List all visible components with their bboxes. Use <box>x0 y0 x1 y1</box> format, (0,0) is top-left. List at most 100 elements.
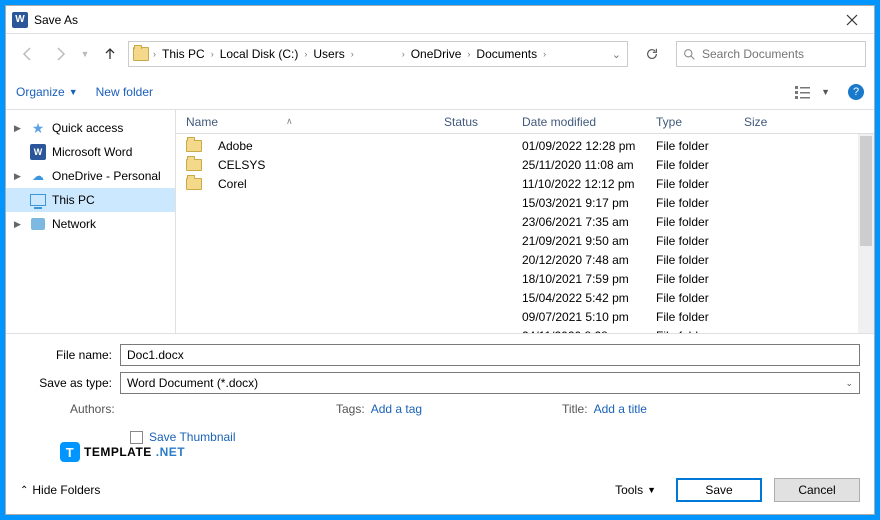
watermark-badge-icon: T <box>60 442 80 462</box>
file-date: 21/09/2021 9:50 am <box>522 234 656 248</box>
file-row[interactable]: 21/09/2021 9:50 amFile folder <box>186 231 874 250</box>
organize-label: Organize <box>16 85 65 99</box>
filetype-select[interactable]: Word Document (*.docx) ⌄ <box>120 372 860 394</box>
scrollbar-thumb[interactable] <box>860 136 872 246</box>
file-type: File folder <box>656 158 744 172</box>
sort-asc-icon: ∧ <box>286 116 293 127</box>
chevron-down-icon: ▼ <box>69 87 78 97</box>
help-button[interactable]: ? <box>848 84 864 100</box>
breadcrumb-segment[interactable]: This PC <box>160 47 207 61</box>
back-button[interactable] <box>14 40 42 68</box>
expand-caret-icon[interactable]: ▶ <box>14 171 24 182</box>
breadcrumb-segment[interactable]: OneDrive <box>409 47 464 61</box>
expand-caret-icon[interactable]: ▶ <box>14 123 24 134</box>
new-folder-label: New folder <box>96 85 153 99</box>
watermark: T TEMPLATE .NET <box>20 442 860 462</box>
nav-item-network[interactable]: ▶ Network <box>6 212 175 236</box>
network-icon <box>31 218 45 230</box>
hide-folders-toggle[interactable]: ⌃ Hide Folders <box>20 483 100 497</box>
cloud-icon: ☁ <box>32 169 44 183</box>
chevron-down-icon: ▼ <box>821 87 830 97</box>
chevron-right-icon: › <box>541 49 548 59</box>
chevron-down-icon: ▼ <box>647 485 656 495</box>
forward-button[interactable] <box>46 40 74 68</box>
breadcrumb-segment[interactable]: Local Disk (C:) <box>218 47 301 61</box>
toolbar: Organize ▼ New folder ▼ ? <box>6 74 874 110</box>
tools-menu[interactable]: Tools ▼ <box>607 483 664 497</box>
cancel-button[interactable]: Cancel <box>774 478 860 502</box>
column-date[interactable]: Date modified <box>522 115 656 129</box>
file-date: 09/07/2021 5:10 pm <box>522 310 656 324</box>
tools-label: Tools <box>615 483 643 497</box>
arrow-right-icon <box>52 46 68 62</box>
file-date: 18/10/2021 7:59 pm <box>522 272 656 286</box>
filename-input[interactable] <box>120 344 860 366</box>
folder-icon <box>133 47 149 61</box>
view-options-button[interactable]: ▼ <box>794 84 830 100</box>
recent-dropdown[interactable]: ▼ <box>78 40 92 68</box>
watermark-text-a: TEMPLATE <box>84 445 152 459</box>
file-name: Corel <box>218 177 247 191</box>
column-size[interactable]: Size <box>744 115 804 129</box>
chevron-right-icon: › <box>209 49 216 59</box>
file-row[interactable]: 18/10/2021 7:59 pmFile folder <box>186 269 874 288</box>
file-date: 15/03/2021 9:17 pm <box>522 196 656 210</box>
column-name[interactable]: Name ∧ <box>186 115 444 129</box>
file-row[interactable]: Adobe01/09/2022 12:28 pmFile folder <box>186 136 874 155</box>
tags-label: Tags: <box>336 402 365 416</box>
file-type: File folder <box>656 196 744 210</box>
up-button[interactable] <box>96 40 124 68</box>
nav-item-microsoft-word[interactable]: WMicrosoft Word <box>6 140 175 164</box>
watermark-text-b: .NET <box>156 445 185 459</box>
chevron-right-icon: › <box>302 49 309 59</box>
expand-caret-icon[interactable]: ▶ <box>14 219 24 230</box>
column-headers: Name ∧ Status Date modified Type Size <box>176 110 874 134</box>
file-row[interactable]: 23/06/2021 7:35 amFile folder <box>186 212 874 231</box>
dialog-title: Save As <box>34 13 832 27</box>
refresh-button[interactable] <box>636 41 668 67</box>
nav-item-label: This PC <box>52 193 95 207</box>
tags-value[interactable]: Add a tag <box>371 402 422 416</box>
file-type: File folder <box>656 291 744 305</box>
save-button[interactable]: Save <box>676 478 762 502</box>
file-row[interactable]: Corel11/10/2022 12:12 pmFile folder <box>186 174 874 193</box>
nav-item-onedrive-personal[interactable]: ▶☁OneDrive - Personal <box>6 164 175 188</box>
chevron-right-icon: › <box>151 49 158 59</box>
folder-icon <box>186 159 202 171</box>
breadcrumb[interactable]: › This PC › Local Disk (C:) › Users › › … <box>128 41 628 67</box>
close-button[interactable] <box>832 6 872 33</box>
file-row[interactable]: 09/07/2021 5:10 pmFile folder <box>186 307 874 326</box>
file-list: Adobe01/09/2022 12:28 pmFile folderCELSY… <box>176 134 874 333</box>
column-status[interactable]: Status <box>444 115 522 129</box>
file-type: File folder <box>656 310 744 324</box>
filetype-value: Word Document (*.docx) <box>127 376 258 390</box>
file-type: File folder <box>656 272 744 286</box>
organize-menu[interactable]: Organize ▼ <box>16 85 78 99</box>
close-icon <box>846 14 858 26</box>
new-folder-button[interactable]: New folder <box>96 85 153 99</box>
breadcrumb-segment[interactable]: Documents <box>474 47 539 61</box>
column-type[interactable]: Type <box>656 115 744 129</box>
chevron-right-icon: › <box>465 49 472 59</box>
search-box[interactable] <box>676 41 866 67</box>
arrow-up-icon <box>102 46 118 62</box>
breadcrumb-segment[interactable]: Users <box>311 47 346 61</box>
search-input[interactable] <box>702 47 859 61</box>
title-meta-value[interactable]: Add a title <box>594 402 647 416</box>
file-row[interactable]: 24/11/2020 8:28 pmFile folder <box>186 326 874 333</box>
nav-item-quick-access[interactable]: ▶★Quick access <box>6 116 175 140</box>
chevron-down-icon[interactable]: ⌄ <box>610 48 623 61</box>
nav-item-label: Network <box>52 217 96 231</box>
file-row[interactable]: 15/03/2021 9:17 pmFile folder <box>186 193 874 212</box>
file-row[interactable]: CELSYS25/11/2020 11:08 amFile folder <box>186 155 874 174</box>
word-icon: W <box>30 144 46 160</box>
form-area: File name: Save as type: Word Document (… <box>6 334 874 470</box>
file-row[interactable]: 20/12/2020 7:48 amFile folder <box>186 250 874 269</box>
filetype-label: Save as type: <box>20 376 120 390</box>
nav-item-this-pc[interactable]: This PC <box>6 188 175 212</box>
scrollbar[interactable] <box>858 134 874 333</box>
star-icon: ★ <box>32 120 45 137</box>
arrow-left-icon <box>20 46 36 62</box>
file-row[interactable]: 15/04/2022 5:42 pmFile folder <box>186 288 874 307</box>
file-type: File folder <box>656 253 744 267</box>
